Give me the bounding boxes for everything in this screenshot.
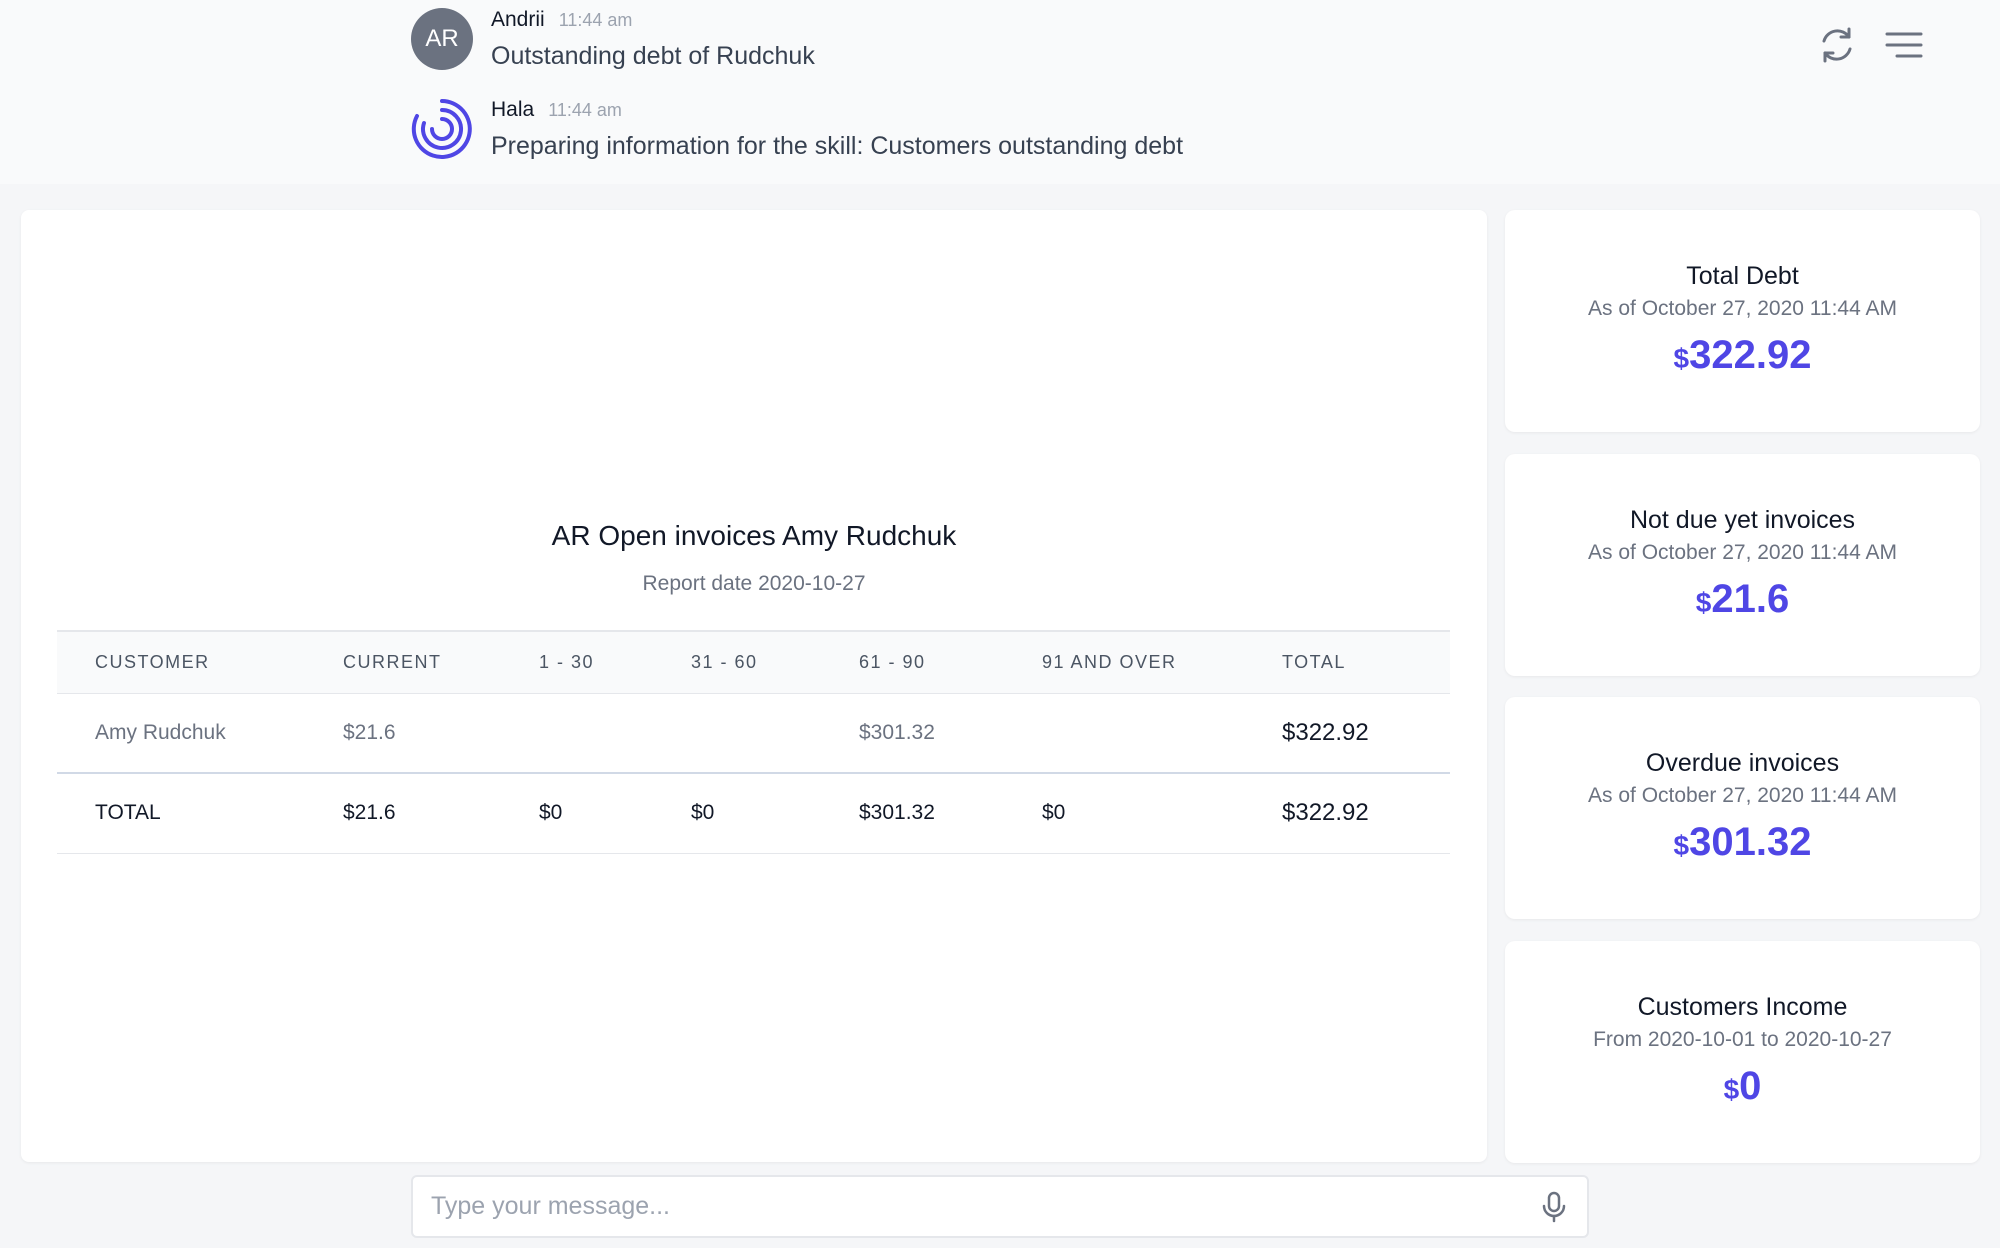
avatar: AR xyxy=(411,8,473,70)
message-author: Andrii xyxy=(491,8,545,31)
stat-amount: 21.6 xyxy=(1711,577,1790,621)
stat-amount: 0 xyxy=(1739,1064,1762,1108)
message-input[interactable] xyxy=(431,1177,1511,1236)
message-composer xyxy=(411,1175,1589,1238)
table-cell: $0 xyxy=(1042,773,1282,854)
currency-symbol: $ xyxy=(1673,343,1690,374)
stat-value: $0 xyxy=(1505,1064,1980,1109)
table-cell: $0 xyxy=(539,773,691,854)
column-header: CURRENT xyxy=(343,630,539,694)
stat-subtitle: As of October 27, 2020 11:44 AM xyxy=(1588,297,1897,320)
currency-symbol: $ xyxy=(1673,830,1690,861)
table-total-row: TOTAL $21.6 $0 $0 $301.32 $0 $322.92 xyxy=(57,773,1450,854)
stat-title: Total Debt xyxy=(1686,262,1799,290)
stat-subtitle: From 2020-10-01 to 2020-10-27 xyxy=(1593,1028,1892,1051)
refresh-icon[interactable] xyxy=(1816,24,1858,66)
stat-amount: 301.32 xyxy=(1689,820,1812,864)
report-card: AR Open invoices Amy Rudchuk Report date… xyxy=(21,210,1487,1162)
chat-message: AR Andrii 11:44 am Outstanding debt of R… xyxy=(411,8,815,71)
table-cell: $21.6 xyxy=(343,693,539,774)
table-cell: $301.32 xyxy=(859,693,1042,774)
message-text: Outstanding debt of Rudchuk xyxy=(491,42,815,70)
table-header-row: CUSTOMER CURRENT 1 - 30 31 - 60 61 - 90 … xyxy=(57,630,1450,694)
currency-symbol: $ xyxy=(1723,1074,1740,1105)
column-header: 91 AND OVER xyxy=(1042,630,1282,694)
column-header: TOTAL xyxy=(1282,630,1450,694)
column-header: 31 - 60 xyxy=(691,630,859,694)
message-time: 11:44 am xyxy=(548,100,622,120)
column-header: CUSTOMER xyxy=(57,630,343,694)
table-cell: $322.92 xyxy=(1282,693,1450,774)
message-meta: Andrii 11:44 am xyxy=(491,8,815,32)
table-row: Amy Rudchuk $21.6 $301.32 $322.92 xyxy=(57,693,1450,774)
stat-amount: 322.92 xyxy=(1689,333,1812,377)
column-header: 1 - 30 xyxy=(539,630,691,694)
report-subtitle: Report date 2020-10-27 xyxy=(642,572,866,595)
table-cell xyxy=(1042,693,1282,774)
message-author: Hala xyxy=(491,98,535,121)
message-body: Hala 11:44 am Preparing information for … xyxy=(491,98,1183,161)
stat-value: $301.32 xyxy=(1505,820,1980,865)
stat-subtitle: As of October 27, 2020 11:44 AM xyxy=(1588,784,1897,807)
stat-title: Customers Income xyxy=(1637,993,1848,1021)
microphone-icon[interactable] xyxy=(1539,1191,1569,1223)
column-header: 61 - 90 xyxy=(859,630,1042,694)
chat-header: AR Andrii 11:44 am Outstanding debt of R… xyxy=(0,0,2000,184)
table-cell: $322.92 xyxy=(1282,773,1450,854)
stat-card-customers-income: Customers Income From 2020-10-01 to 2020… xyxy=(1505,941,1980,1163)
stat-title: Not due yet invoices xyxy=(1629,506,1856,534)
stat-card-total-debt: Total Debt As of October 27, 2020 11:44 … xyxy=(1505,210,1980,432)
ar-invoices-table: CUSTOMER CURRENT 1 - 30 31 - 60 61 - 90 … xyxy=(57,630,1450,854)
report-title: AR Open invoices Amy Rudchuk xyxy=(551,520,957,551)
stat-subtitle: As of October 27, 2020 11:44 AM xyxy=(1588,541,1897,564)
table-cell: $0 xyxy=(691,773,859,854)
table-cell: Amy Rudchuk xyxy=(57,693,343,774)
message-time: 11:44 am xyxy=(558,10,633,30)
stat-title: Overdue invoices xyxy=(1645,749,1840,777)
stat-card-not-due: Not due yet invoices As of October 27, 2… xyxy=(1505,454,1980,676)
menu-icon[interactable] xyxy=(1883,24,1925,66)
table-cell xyxy=(691,693,859,774)
currency-symbol: $ xyxy=(1695,587,1712,618)
message-text: Preparing information for the skill: Cus… xyxy=(491,132,1184,160)
table-cell: $21.6 xyxy=(343,773,539,854)
message-meta: Hala 11:44 am xyxy=(491,98,1183,122)
hala-logo-icon xyxy=(411,99,472,159)
message-body: Andrii 11:44 am Outstanding debt of Rudc… xyxy=(491,8,815,71)
table-cell xyxy=(539,693,691,774)
table-cell: TOTAL xyxy=(57,773,343,854)
table-cell: $301.32 xyxy=(859,773,1042,854)
chat-message: Hala 11:44 am Preparing information for … xyxy=(411,98,1183,161)
stat-card-overdue: Overdue invoices As of October 27, 2020 … xyxy=(1505,697,1980,919)
stat-value: $21.6 xyxy=(1505,577,1980,622)
stat-value: $322.92 xyxy=(1505,333,1980,378)
